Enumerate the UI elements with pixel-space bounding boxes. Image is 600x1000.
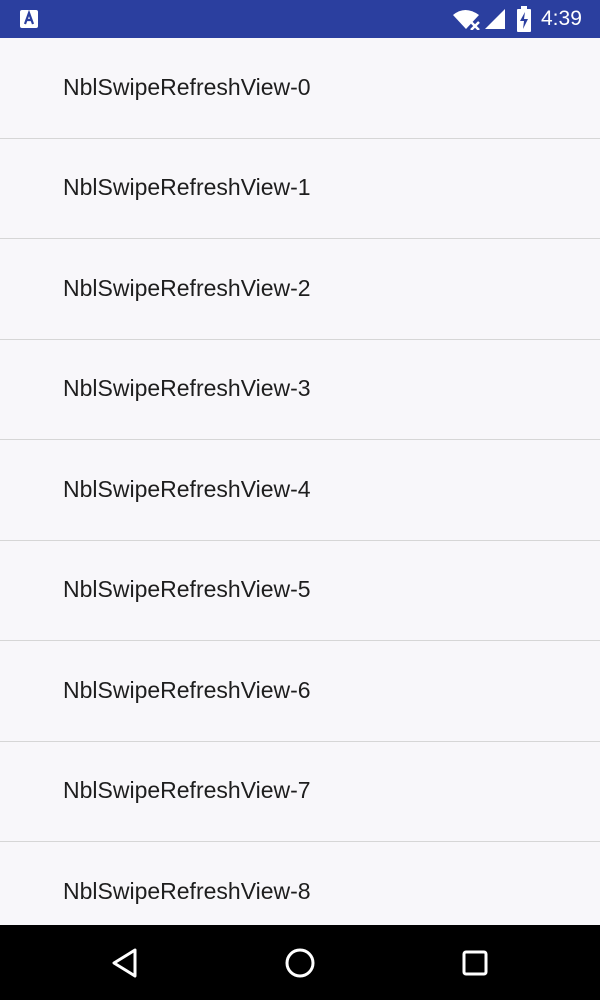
signal-icon — [485, 9, 505, 29]
list-item[interactable]: NblSwipeRefreshView-5 — [0, 540, 600, 641]
recents-square-icon — [462, 950, 488, 975]
list-item[interactable]: NblSwipeRefreshView-0 — [0, 38, 600, 139]
list-item[interactable]: NblSwipeRefreshView-8 — [0, 842, 600, 925]
battery-charging-icon — [517, 6, 531, 32]
list-item-label: NblSwipeRefreshView-8 — [63, 877, 311, 904]
status-bar: 4:39 — [0, 0, 600, 38]
list-item[interactable]: NblSwipeRefreshView-4 — [0, 440, 600, 541]
recents-button[interactable] — [435, 925, 515, 1000]
list-item[interactable]: NblSwipeRefreshView-1 — [0, 138, 600, 239]
list-item-label: NblSwipeRefreshView-6 — [63, 676, 311, 703]
swipe-refresh-list[interactable]: NblSwipeRefreshView-0 NblSwipeRefreshVie… — [0, 38, 600, 925]
back-button[interactable] — [85, 925, 165, 1000]
list-item[interactable]: NblSwipeRefreshView-3 — [0, 339, 600, 440]
list-item-label: NblSwipeRefreshView-7 — [63, 777, 311, 804]
status-clock: 4:39 — [541, 7, 582, 30]
app-notification-icon — [20, 9, 38, 28]
list-item[interactable]: NblSwipeRefreshView-2 — [0, 239, 600, 340]
list-item-label: NblSwipeRefreshView-3 — [63, 375, 311, 402]
wifi-icon — [453, 10, 480, 30]
list-item[interactable]: NblSwipeRefreshView-7 — [0, 741, 600, 842]
home-circle-icon — [285, 948, 315, 977]
list-item-label: NblSwipeRefreshView-0 — [63, 73, 311, 100]
navigation-bar — [0, 925, 600, 1000]
list-item-label: NblSwipeRefreshView-2 — [63, 274, 311, 301]
list-item-label: NblSwipeRefreshView-5 — [63, 576, 311, 603]
home-button[interactable] — [260, 925, 340, 1000]
list-item[interactable]: NblSwipeRefreshView-6 — [0, 641, 600, 742]
back-triangle-icon — [112, 948, 137, 977]
list-item-label: NblSwipeRefreshView-4 — [63, 475, 311, 502]
list-item-label: NblSwipeRefreshView-1 — [63, 174, 311, 201]
